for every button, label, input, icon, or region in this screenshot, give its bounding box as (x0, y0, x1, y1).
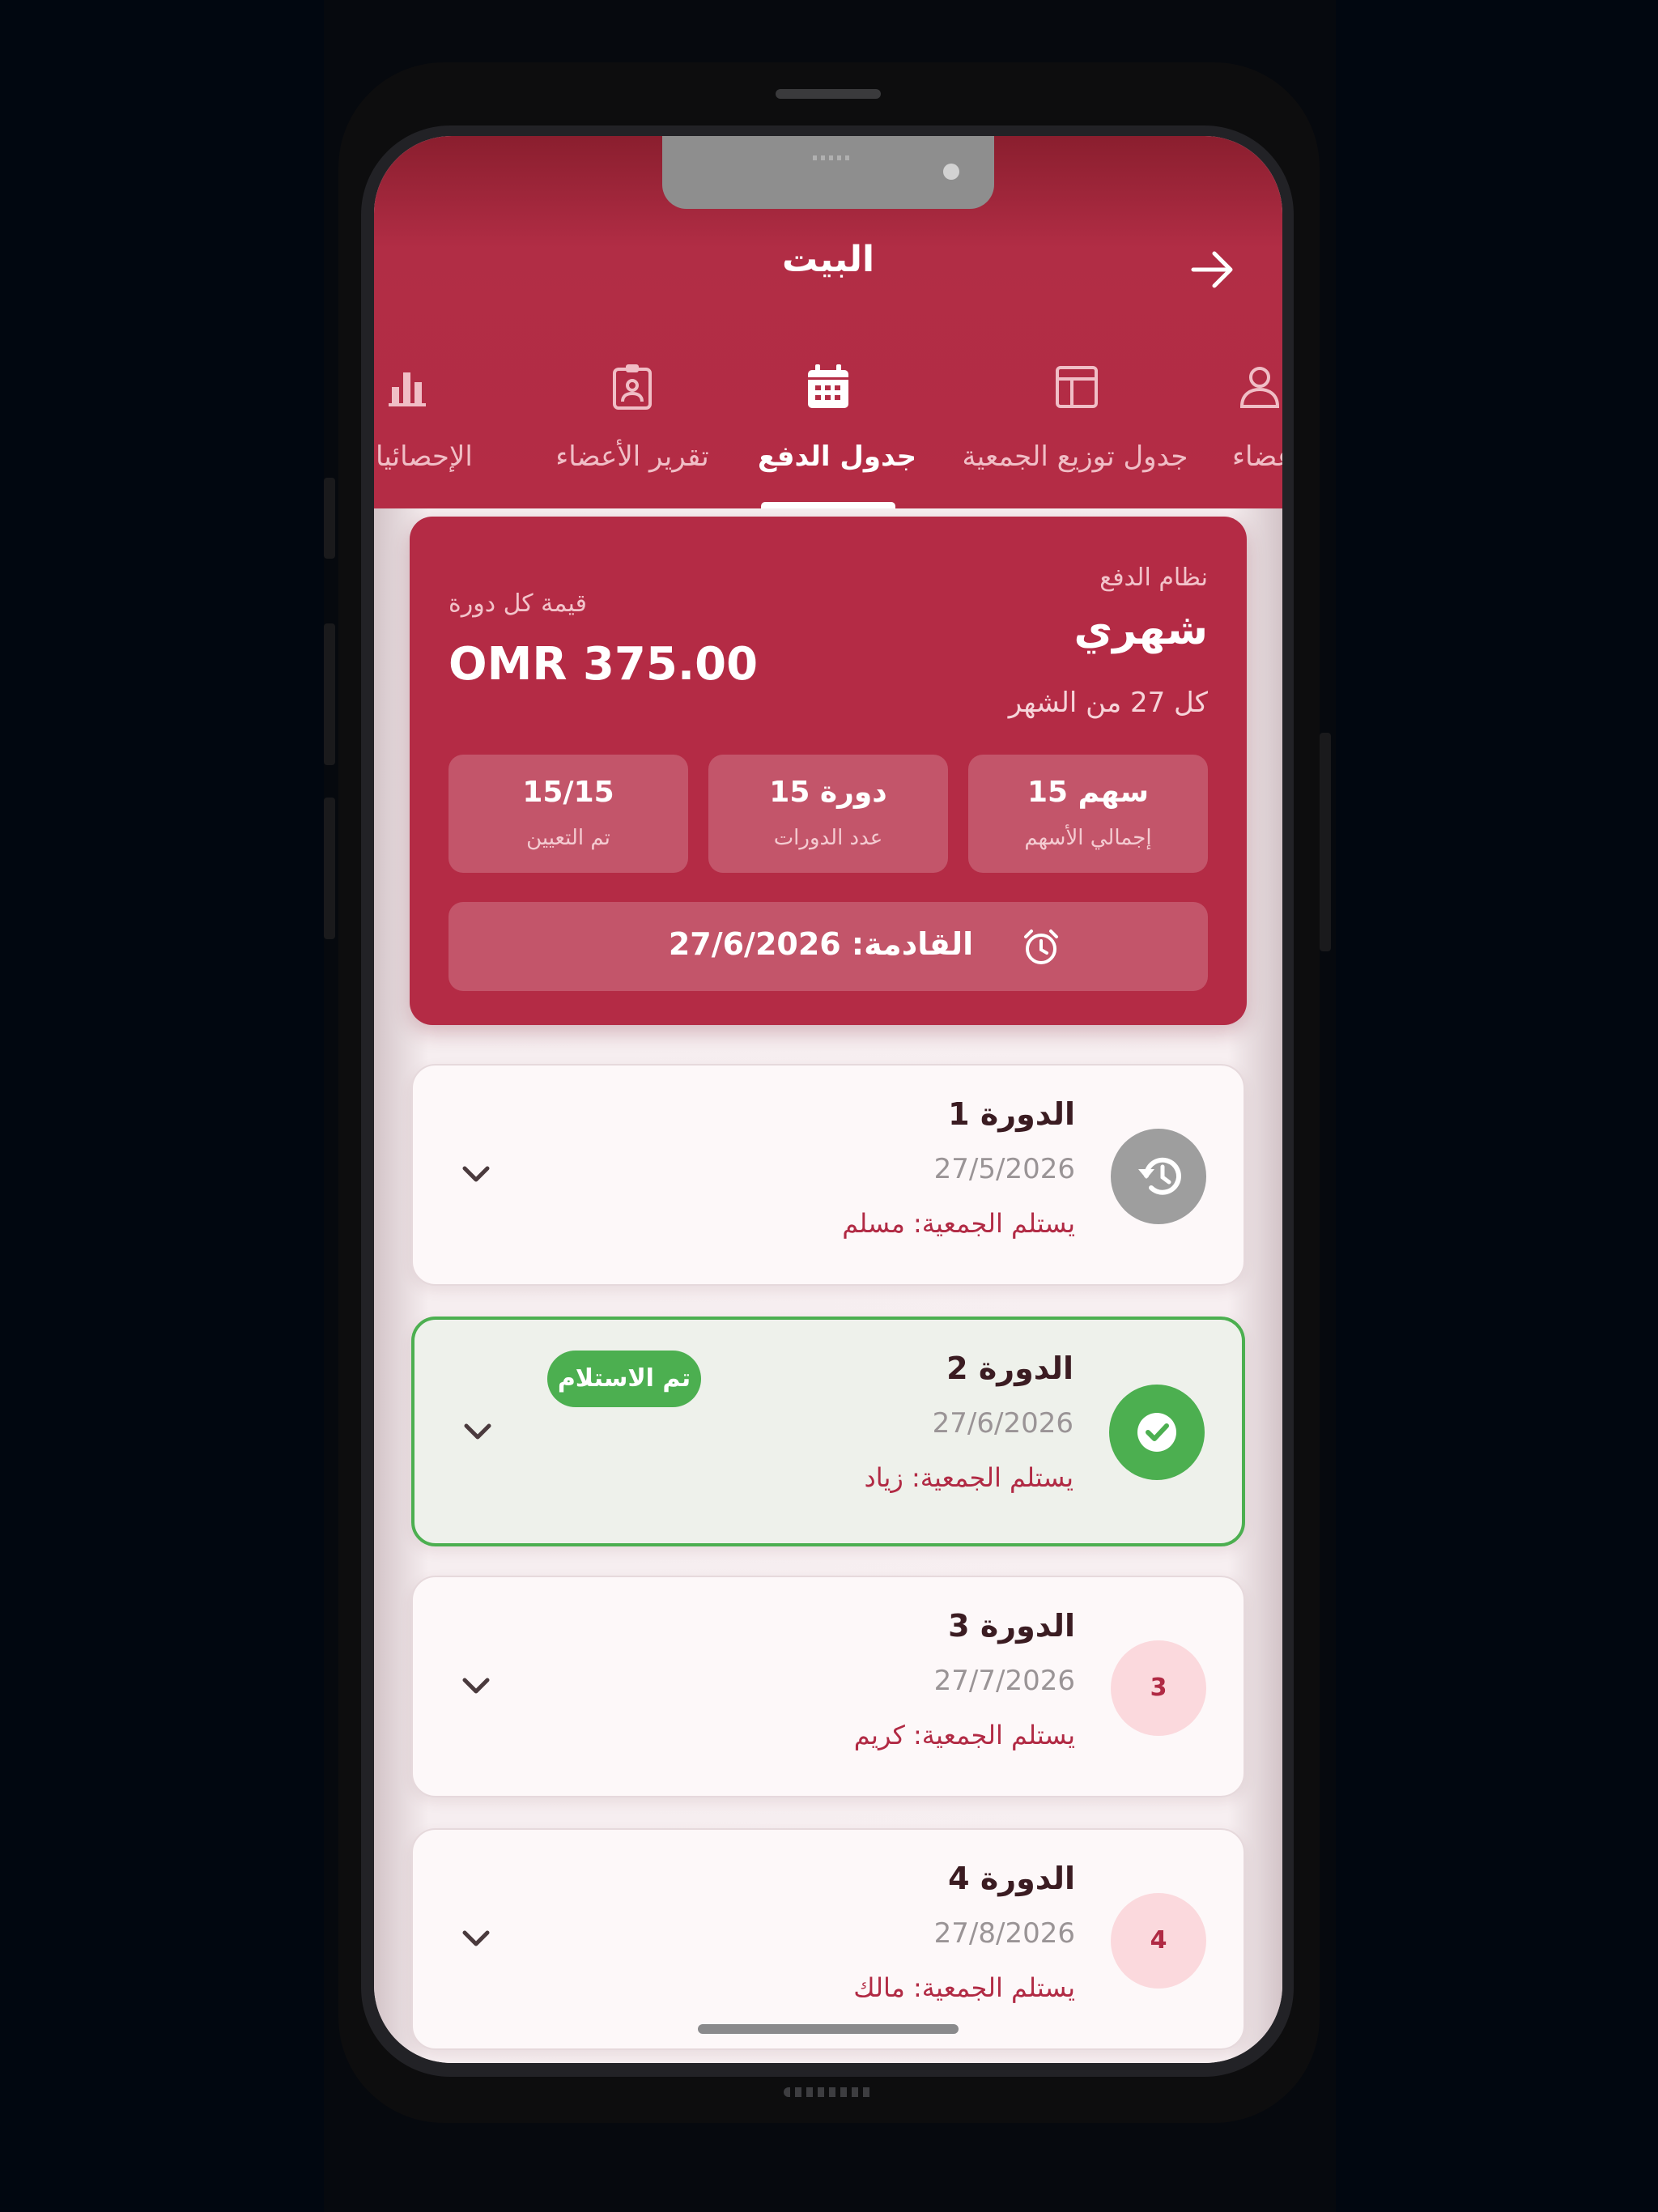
stat-label: إجمالي الأسهم (1024, 826, 1152, 850)
cycle-title: الدورة 2 (946, 1351, 1073, 1386)
device-side-button (324, 798, 335, 939)
cycle-title: الدورة 1 (948, 1096, 1075, 1132)
cycle-title: الدورة 3 (948, 1608, 1075, 1644)
tab-statistics[interactable]: الإحصائيات (374, 363, 504, 508)
cycle-card[interactable]: الدورة 1 27/5/2026 يستلم الجمعية: مسلم (411, 1064, 1245, 1286)
payment-summary-card: نظام الدفع شهري كل 27 من الشهر قيمة كل د… (410, 517, 1247, 1025)
stat-assigned: 15/15 تم التعيين (449, 755, 688, 873)
cycle-date: 27/8/2026 (933, 1917, 1075, 1950)
cycle-value-label: قيمة كل دورة (449, 589, 587, 618)
tab-distribution-schedule[interactable]: جدول توزيع الجمعية (954, 363, 1197, 508)
stat-label: تم التعيين (526, 826, 610, 850)
cycle-value: OMR 375.00 (449, 638, 759, 691)
device-side-button (324, 478, 335, 559)
chevron-down-icon[interactable] (458, 1159, 494, 1189)
history-icon (1138, 1157, 1181, 1195)
stat-value: 15/15 (522, 776, 614, 809)
cycle-receiver: يستلم الجمعية: مالك (853, 1972, 1075, 2003)
stat-label: عدد الدورات (773, 826, 883, 850)
device-speaker (784, 2087, 874, 2097)
front-camera (943, 164, 959, 180)
payment-system-label: نظام الدفع (1099, 564, 1208, 592)
tab-members[interactable]: الأعضاء (1232, 363, 1282, 508)
device-power-button (1320, 733, 1331, 951)
tab-label: الإحصائيات (374, 440, 473, 473)
device-side-button (324, 623, 335, 765)
stat-value: 15 دورة (769, 776, 887, 809)
cycle-card[interactable]: الدورة 4 27/8/2026 يستلم الجمعية: مالك 4 (411, 1828, 1245, 2050)
id-badge-icon (613, 364, 652, 410)
bar-chart-icon (389, 372, 426, 406)
stat-cycle-count: 15 دورة عدد الدورات (708, 755, 948, 873)
tab-label: جدول توزيع الجمعية (962, 440, 1188, 473)
cycle-card[interactable]: الدورة 3 27/7/2026 يستلم الجمعية: كريم 3 (411, 1576, 1245, 1797)
tab-label: تقرير الأعضاء (555, 440, 709, 473)
person-icon (1239, 367, 1280, 408)
cycle-status-badge (1109, 1385, 1205, 1480)
chevron-down-icon[interactable] (458, 1671, 494, 1700)
arrow-back-icon[interactable] (1188, 247, 1237, 292)
stat-total-shares: 15 سهم إجمالي الأسهم (968, 755, 1208, 873)
cycle-date: 27/7/2026 (933, 1665, 1075, 1697)
tab-bar: الأعضاء جدول توزيع الجمعية (374, 363, 1282, 508)
notch-speaker (813, 155, 852, 160)
cycle-date: 27/5/2026 (933, 1153, 1075, 1185)
tab-payment-schedule[interactable]: جدول الدفع (758, 363, 917, 508)
cycle-receiver: يستلم الجمعية: زياد (864, 1462, 1073, 1493)
cycle-receiver: يستلم الجمعية: مسلم (842, 1208, 1075, 1239)
backdrop (1336, 0, 1658, 2212)
device-speaker (776, 89, 881, 99)
tab-members-report[interactable]: تقرير الأعضاء (547, 363, 717, 508)
cycle-date: 27/6/2026 (932, 1407, 1073, 1440)
payment-day: كل 27 من الشهر (1008, 687, 1208, 719)
check-circle-icon (1137, 1413, 1176, 1452)
chevron-down-icon[interactable] (458, 1924, 494, 1953)
stat-value: 15 سهم (1027, 776, 1150, 809)
table-layout-icon (1056, 366, 1098, 408)
next-due-text: القادمة: 27/6/2026 (668, 926, 974, 962)
alarm-clock-icon (1024, 929, 1058, 964)
status-received-badge: تم الاستلام (547, 1351, 701, 1407)
cycle-number-badge: 3 (1111, 1640, 1206, 1736)
cycle-receiver: يستلم الجمعية: كريم (853, 1720, 1075, 1750)
tab-label: جدول الدفع (758, 440, 917, 473)
backdrop (0, 0, 324, 2212)
home-indicator[interactable] (698, 2024, 959, 2034)
cycle-status-badge (1111, 1129, 1206, 1224)
page-title: البيت (781, 239, 875, 280)
tab-label: الأعضاء (1232, 440, 1282, 473)
cycle-title: الدورة 4 (948, 1861, 1075, 1896)
next-due-box: القادمة: 27/6/2026 (449, 902, 1208, 991)
cycle-card[interactable]: الدورة 2 27/6/2026 يستلم الجمعية: زياد ت… (411, 1317, 1245, 1546)
payment-system-value: شهري (1073, 606, 1208, 654)
chevron-down-icon[interactable] (460, 1417, 495, 1446)
cycle-number-badge: 4 (1111, 1893, 1206, 1989)
app-screen: البيت الأعضاء جدول توزيع الجمعية (374, 136, 1282, 2063)
calendar-icon (808, 364, 848, 408)
